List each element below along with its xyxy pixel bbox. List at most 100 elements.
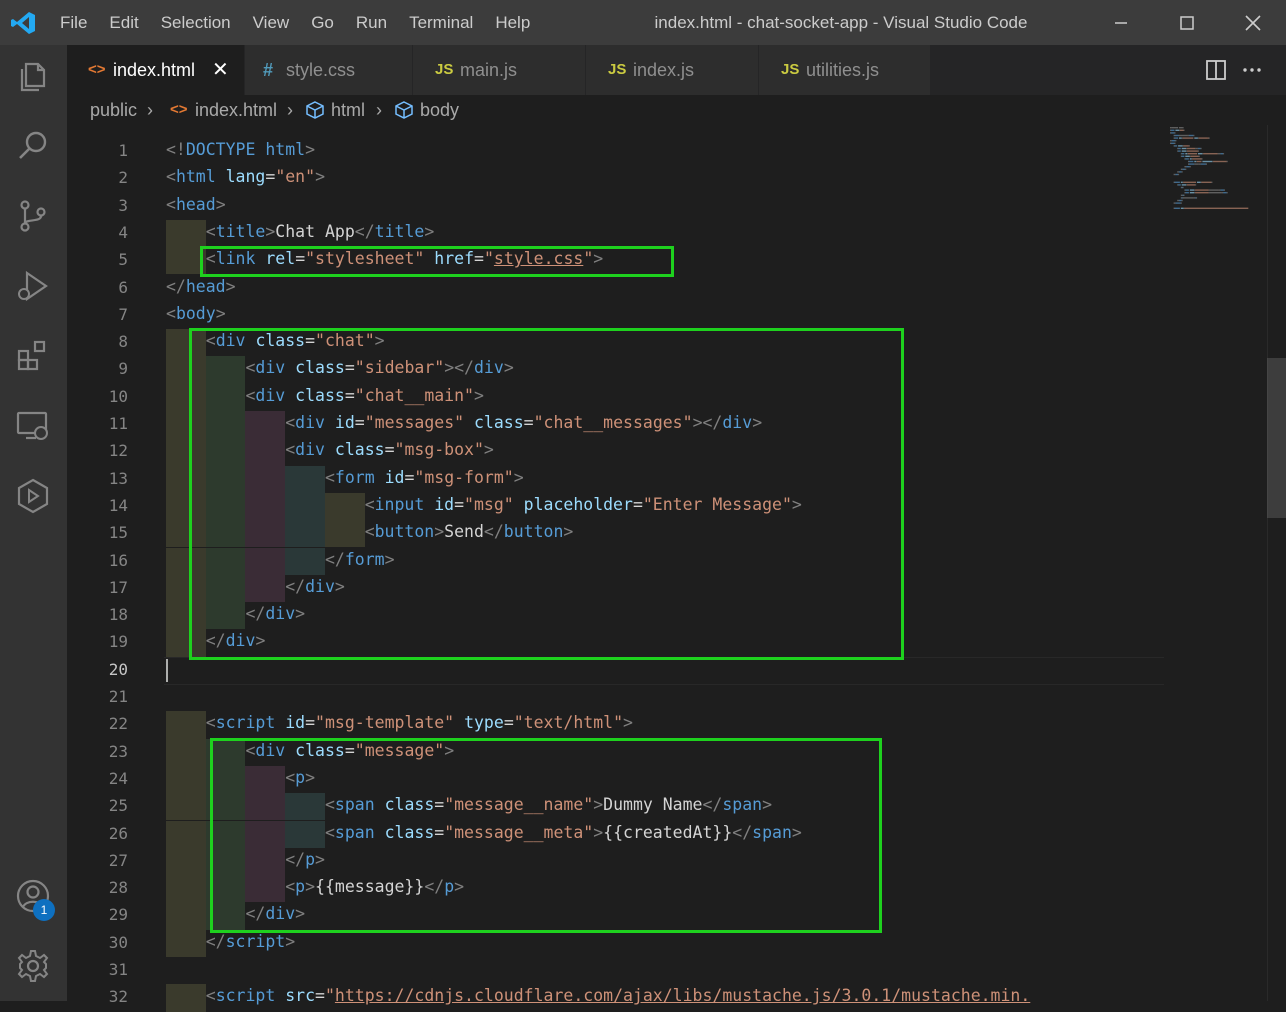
code-token: class	[334, 440, 385, 460]
code-line: <body>	[166, 304, 226, 323]
minimap-token	[1188, 145, 1190, 147]
minimap-token	[1186, 184, 1188, 186]
extensions-icon[interactable]	[14, 337, 52, 375]
editor-tab-bar: <> index.html ✕ # style.css JS main.js J…	[67, 45, 1286, 95]
tab-main-js[interactable]: JS main.js	[413, 45, 586, 95]
minimap-token	[1171, 140, 1176, 142]
code-token: span	[722, 795, 763, 815]
close-window-button[interactable]	[1220, 0, 1286, 45]
code-token: <	[364, 494, 375, 514]
minimap-token	[1170, 140, 1172, 142]
minimap-token	[1226, 160, 1228, 163]
minimap[interactable]	[1168, 125, 1266, 215]
minimap-token	[1180, 202, 1182, 204]
menu-run[interactable]: Run	[345, 0, 398, 45]
text-cursor	[166, 658, 168, 682]
breadcrumb-public[interactable]: public	[90, 95, 137, 125]
code-token: class	[295, 740, 345, 760]
code-line: <head>	[166, 195, 226, 214]
minimap-token	[1201, 158, 1203, 160]
code-token: "	[483, 249, 494, 269]
minimap-token	[1175, 173, 1179, 176]
code-token: "	[324, 986, 335, 1006]
minimap-token	[1170, 132, 1175, 134]
minimap-token	[1193, 197, 1196, 199]
vertical-scrollbar[interactable]	[1267, 125, 1286, 1001]
code-token: =	[305, 713, 316, 733]
line-number: 17	[108, 577, 128, 597]
code-token: >	[434, 522, 445, 542]
minimap-token	[1223, 192, 1227, 194]
run-debug-icon[interactable]	[14, 267, 52, 305]
explorer-icon[interactable]	[14, 57, 52, 95]
tab-utilities-js[interactable]: JS utilities.js	[759, 45, 931, 95]
minimap-token	[1194, 189, 1196, 191]
code-editor[interactable]: 1 <!DOCTYPE html> 2 <html lang="en"> 3 <head>…	[67, 125, 1267, 1012]
minimap-token	[1181, 137, 1183, 139]
more-actions-icon[interactable]	[1241, 59, 1263, 81]
tab-close-icon[interactable]: ✕	[212, 45, 229, 95]
live-share-icon[interactable]	[14, 477, 52, 515]
minimap-token	[1177, 147, 1179, 150]
minimap-token	[1202, 153, 1204, 155]
minimize-button[interactable]	[1088, 0, 1154, 45]
minimap-token	[1182, 145, 1184, 147]
minimap-token	[1193, 134, 1195, 137]
settings-gear-icon[interactable]	[14, 947, 52, 985]
minimap-token	[1217, 153, 1221, 155]
minimap-token	[1170, 129, 1171, 131]
line-number: 13	[108, 468, 128, 488]
code-token: "chat__messages"	[533, 413, 693, 432]
tab-index-js[interactable]: JS index.js	[586, 45, 759, 95]
search-icon[interactable]	[14, 127, 52, 165]
line-number: 23	[108, 741, 128, 761]
scrollbar-thumb[interactable]	[1267, 358, 1286, 518]
minimap-token	[1180, 153, 1182, 155]
code-line: <span class="message__name">Dummy Name</…	[166, 795, 772, 814]
code-token: p	[295, 877, 306, 897]
menu-file[interactable]: File	[60, 0, 98, 45]
minimap-token	[1170, 132, 1171, 134]
menu-view[interactable]: View	[242, 0, 301, 45]
minimap-token	[1183, 207, 1185, 209]
code-token: div	[255, 385, 286, 405]
code-token: =	[305, 331, 316, 351]
menu-help[interactable]: Help	[484, 0, 541, 45]
code-line: <div class="sidebar"></div>	[166, 358, 513, 377]
minimap-token	[1186, 150, 1188, 152]
code-token: =	[354, 413, 365, 432]
minimap-token	[1174, 145, 1178, 147]
menu-edit[interactable]: Edit	[98, 0, 149, 45]
breadcrumb-index-html[interactable]: index.html	[195, 95, 277, 125]
maximize-button[interactable]	[1154, 0, 1220, 45]
code-token: =	[434, 822, 445, 842]
code-line: </div>	[166, 904, 305, 923]
code-token: >	[454, 877, 465, 897]
minimap-token	[1181, 150, 1187, 152]
code-token: span	[334, 822, 375, 842]
code-token: </	[205, 631, 226, 651]
tab-style-css[interactable]: # style.css	[245, 45, 413, 95]
source-control-icon[interactable]	[14, 197, 52, 235]
remote-explorer-icon[interactable]	[14, 407, 52, 445]
split-editor-icon[interactable]	[1205, 59, 1227, 81]
minimap-token	[1187, 184, 1196, 186]
minimap-token	[1178, 173, 1180, 176]
code-token: >	[563, 522, 574, 542]
tab-index-html[interactable]: <> index.html ✕	[67, 45, 245, 95]
menu-terminal[interactable]: Terminal	[398, 0, 484, 45]
minimap-token	[1185, 153, 1188, 155]
code-token: <	[285, 767, 296, 787]
minimap-token	[1179, 127, 1183, 129]
code-token: =	[344, 740, 355, 760]
breadcrumb-body[interactable]: body	[420, 95, 459, 125]
menu-go[interactable]: Go	[300, 0, 345, 45]
code-line: <button>Send</button>	[166, 522, 574, 542]
code-token: <	[324, 822, 335, 842]
vscode-logo-icon	[11, 12, 35, 34]
breadcrumb-html[interactable]: html	[331, 95, 365, 125]
menu-selection[interactable]: Selection	[150, 0, 242, 45]
